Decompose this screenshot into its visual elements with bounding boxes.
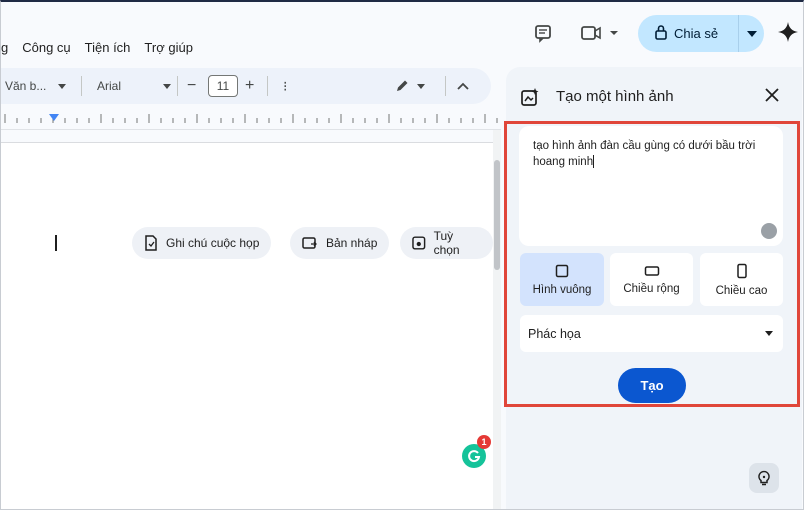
shape-label: Hình vuông — [532, 283, 592, 296]
close-icon[interactable] — [762, 85, 782, 105]
shape-option-square[interactable]: Hình vuông — [520, 253, 604, 306]
pencil-icon — [397, 80, 408, 91]
document-canvas[interactable]: Ghi chú cuộc họp Bản nháp Tuỳ chọn — [1, 142, 493, 509]
email-draft-chip[interactable]: Bản nháp — [290, 227, 390, 259]
panel-header: Tạo một hình ảnh — [506, 67, 802, 123]
toolbar-divider — [445, 76, 446, 96]
create-button[interactable]: Tạo — [618, 368, 686, 403]
formatting-toolbar: Văn b... Arial − 11 + ⁝ — [1, 68, 491, 104]
decrease-font-size-button[interactable]: − — [187, 77, 196, 95]
comments-icon[interactable] — [531, 22, 555, 44]
meeting-notes-chip[interactable]: Ghi chú cuộc họp — [132, 227, 272, 259]
menu-item-tools[interactable]: Công cụ — [22, 40, 70, 55]
chip-label: Ghi chú cuộc họp — [166, 236, 260, 250]
shape-label: Chiều cao — [715, 284, 768, 297]
chevron-down-icon — [58, 83, 67, 89]
toolbar-divider — [267, 76, 268, 96]
increase-font-size-button[interactable]: + — [245, 77, 254, 95]
toolbar-divider — [81, 76, 82, 96]
chevron-down-icon — [163, 83, 172, 89]
shape-label: Chiều rộng — [623, 282, 680, 295]
font-family-select[interactable]: Arial — [97, 79, 172, 93]
menu-item-help[interactable]: Trợ giúp — [144, 40, 193, 55]
top-bar: g Công cụ Tiện ích Trợ giúp Chia sẻ — [1, 2, 803, 68]
lightbulb-icon — [758, 470, 770, 486]
chevron-down-icon — [417, 83, 425, 89]
text-cursor — [593, 155, 595, 169]
share-dropdown-icon[interactable] — [739, 30, 764, 37]
chip-label: Tuỳ chọn — [433, 229, 460, 257]
document-icon — [145, 235, 157, 251]
more-options-icon[interactable]: ⁝ — [283, 78, 287, 95]
toolbar-divider — [177, 76, 178, 96]
gemini-sparkle-icon[interactable] — [776, 21, 800, 43]
share-label: Chia sẻ — [674, 26, 719, 41]
scrollbar-thumb[interactable] — [494, 160, 500, 270]
share-button[interactable]: Chia sẻ — [638, 15, 764, 52]
shape-option-landscape[interactable]: Chiều rộng — [610, 253, 693, 306]
landscape-icon — [644, 265, 659, 276]
editing-mode-button[interactable] — [395, 79, 425, 93]
options-chip[interactable]: Tuỳ chọn — [400, 227, 493, 259]
menu-bar: g Công cụ Tiện ích Trợ giúp — [1, 40, 193, 55]
square-icon — [555, 264, 569, 277]
vertical-scrollbar[interactable] — [493, 130, 501, 509]
panel-title: Tạo một hình ảnh — [556, 88, 674, 105]
chip-label: Bản nháp — [326, 236, 378, 250]
chevron-down-icon — [765, 331, 773, 336]
art-style-dropdown[interactable]: Phác họa — [520, 315, 783, 352]
menu-item-partial[interactable]: g — [1, 40, 8, 55]
options-icon — [412, 236, 426, 250]
text-cursor — [55, 235, 57, 251]
shape-option-portrait[interactable]: Chiều cao — [700, 253, 783, 306]
image-prompt-input[interactable]: tạo hình ảnh đàn cầu gùng có dưới bầu tr… — [519, 126, 783, 246]
email-draft-icon — [302, 237, 317, 249]
font-size-input[interactable]: 11 — [208, 75, 238, 97]
notification-badge: 1 — [477, 435, 491, 449]
input-status-icon[interactable] — [761, 223, 777, 239]
paragraph-style-label: Văn b... — [5, 79, 47, 93]
meet-icon[interactable] — [579, 22, 621, 44]
share-label-group[interactable]: Chia sẻ — [638, 24, 738, 43]
ruler-ticks — [4, 114, 498, 123]
art-style-value: Phác họa — [528, 326, 581, 341]
image-generate-icon — [521, 88, 539, 106]
portrait-icon — [736, 263, 747, 278]
menu-item-extensions[interactable]: Tiện ích — [85, 40, 131, 55]
ruler — [1, 106, 501, 130]
paragraph-style-select[interactable]: Văn b... — [5, 79, 67, 93]
chevron-up-icon[interactable] — [457, 79, 469, 93]
feedback-button[interactable] — [749, 463, 779, 493]
indent-marker-icon[interactable] — [49, 114, 59, 121]
app-window: g Công cụ Tiện ích Trợ giúp Chia sẻ Văn … — [0, 0, 804, 510]
prompt-text: tạo hình ảnh đàn cầu gùng có dưới bầu tr… — [533, 140, 756, 168]
font-family-label: Arial — [97, 79, 122, 93]
lock-icon — [654, 24, 668, 43]
